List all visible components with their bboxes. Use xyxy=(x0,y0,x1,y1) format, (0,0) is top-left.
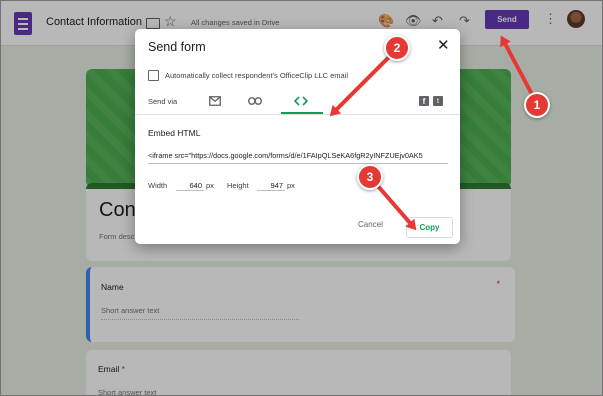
cancel-button[interactable]: Cancel xyxy=(358,220,383,229)
width-input[interactable]: 640 xyxy=(176,181,204,191)
embed-code-field[interactable]: <iframe src="https://docs.google.com/for… xyxy=(148,151,448,164)
embed-code-icon xyxy=(293,96,309,106)
dialog-divider xyxy=(135,114,460,115)
twitter-icon[interactable]: t xyxy=(433,96,443,106)
height-label: Height xyxy=(227,181,249,190)
dialog-title: Send form xyxy=(148,40,206,54)
width-unit: px xyxy=(206,181,214,190)
height-input[interactable]: 947 xyxy=(257,181,285,191)
tab-link[interactable] xyxy=(235,90,275,112)
send-form-dialog: Send form ✕ Automatically collect respon… xyxy=(135,29,460,244)
email-icon xyxy=(209,96,221,106)
embed-html-heading: Embed HTML xyxy=(148,128,201,138)
height-unit: px xyxy=(287,181,295,190)
tab-embed[interactable] xyxy=(281,90,321,112)
annotation-badge-1: 1 xyxy=(524,92,550,118)
link-icon xyxy=(248,97,262,105)
collect-email-label[interactable]: Automatically collect respondent's Offic… xyxy=(165,71,348,80)
close-icon[interactable]: ✕ xyxy=(437,36,450,54)
collect-email-checkbox[interactable] xyxy=(148,70,159,81)
tab-email[interactable] xyxy=(195,90,235,112)
annotation-badge-3: 3 xyxy=(357,164,383,190)
facebook-icon[interactable]: f xyxy=(419,96,429,106)
annotation-badge-2: 2 xyxy=(384,35,410,61)
width-label: Width xyxy=(148,181,168,190)
send-via-label: Send via xyxy=(148,97,178,106)
